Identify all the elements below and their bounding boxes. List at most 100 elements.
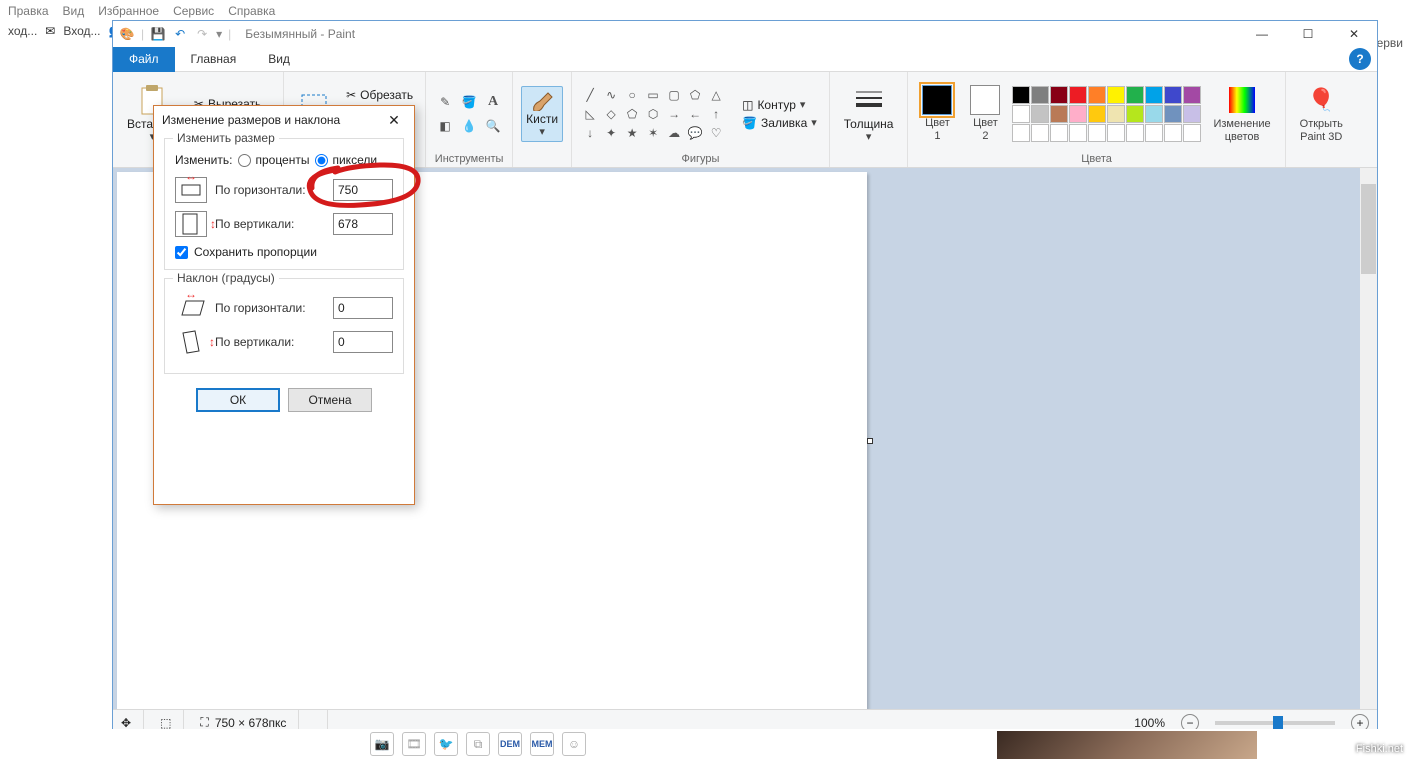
color-swatch[interactable]	[1031, 86, 1049, 104]
vert-input[interactable]	[333, 213, 393, 235]
picker-tool[interactable]: 💧	[458, 115, 480, 137]
close-button[interactable]: ✕	[1331, 21, 1377, 47]
color-swatch[interactable]	[1164, 105, 1182, 123]
mem-badge[interactable]: MEM	[530, 732, 554, 756]
shape-rtri[interactable]: ◺	[580, 105, 600, 123]
paint3d-button[interactable]: 🎈 Открыть Paint 3D	[1294, 82, 1349, 144]
shape-poly[interactable]: ⬠	[685, 86, 705, 104]
color-swatch[interactable]	[1107, 124, 1125, 142]
zoom-tool[interactable]: 🔍	[482, 115, 504, 137]
twitter-icon[interactable]: 🐦	[434, 732, 458, 756]
shape-arrowD[interactable]: ↓	[580, 124, 600, 142]
color-swatch[interactable]	[1050, 86, 1068, 104]
shape-roundrect[interactable]: ▢	[664, 86, 684, 104]
color-swatch[interactable]	[1050, 124, 1068, 142]
color-swatch[interactable]	[1069, 124, 1087, 142]
color2[interactable]: Цвет 2	[964, 83, 1006, 143]
vertical-scrollbar[interactable]	[1360, 168, 1377, 709]
shape-rect[interactable]: ▭	[643, 86, 663, 104]
save-icon[interactable]: 💾	[150, 26, 166, 42]
shape-pent[interactable]: ⬠	[622, 105, 642, 123]
shape-arrowR[interactable]: →	[664, 105, 684, 123]
color-swatch[interactable]	[1088, 124, 1106, 142]
resize-skew-dialog: Изменение размеров и наклона ✕ Изменить …	[153, 105, 415, 505]
qat-dropdown-icon[interactable]: ▾	[216, 27, 222, 41]
horiz-input[interactable]	[333, 179, 393, 201]
color-swatch[interactable]	[1050, 105, 1068, 123]
copy-icon[interactable]: ⧉	[466, 732, 490, 756]
skew-h-input[interactable]	[333, 297, 393, 319]
pencil-tool[interactable]: ✎	[434, 91, 456, 113]
tab-home[interactable]: Главная	[175, 47, 253, 72]
shape-tri[interactable]: △	[706, 86, 726, 104]
color-swatch[interactable]	[1145, 105, 1163, 123]
color-swatch[interactable]	[1183, 86, 1201, 104]
shape-curve[interactable]: ∿	[601, 86, 621, 104]
color-swatch[interactable]	[1183, 124, 1201, 142]
cancel-button[interactable]: Отмена	[288, 388, 372, 412]
shape-outline[interactable]: ◫Контур ▾	[738, 97, 821, 113]
tab-file[interactable]: Файл	[113, 47, 175, 72]
maximize-button[interactable]: ☐	[1285, 21, 1331, 47]
redo-icon[interactable]: ↷	[194, 26, 210, 42]
color-swatch[interactable]	[1069, 86, 1087, 104]
undo-icon[interactable]: ↶	[172, 26, 188, 42]
color-swatch[interactable]	[1126, 105, 1144, 123]
dialog-close-button[interactable]: ✕	[382, 108, 406, 132]
shape-heart[interactable]: ♡	[706, 124, 726, 142]
shape-5star[interactable]: ★	[622, 124, 642, 142]
color-swatch[interactable]	[1107, 86, 1125, 104]
fill-tool[interactable]: 🪣	[458, 91, 480, 113]
shape-arrowL[interactable]: ←	[685, 105, 705, 123]
skew-v-input[interactable]	[333, 331, 393, 353]
color-swatch[interactable]	[1012, 124, 1030, 142]
shape-diamond[interactable]: ◇	[601, 105, 621, 123]
fill-icon: 🪣	[742, 116, 757, 130]
color-swatch[interactable]	[1069, 105, 1087, 123]
color-swatch[interactable]	[1107, 105, 1125, 123]
shape-callout2[interactable]: 💬	[685, 124, 705, 142]
brushes-button[interactable]: Кисти▾	[521, 86, 563, 142]
color-swatch[interactable]	[1164, 124, 1182, 142]
shape-callout1[interactable]: ☁	[664, 124, 684, 142]
eraser-tool[interactable]: ◧	[434, 115, 456, 137]
color-swatch[interactable]	[1012, 86, 1030, 104]
video-icon[interactable]: 🎞	[402, 732, 426, 756]
color-swatch[interactable]	[1031, 105, 1049, 123]
color-swatch[interactable]	[1012, 105, 1030, 123]
tab-view[interactable]: Вид	[252, 47, 306, 72]
radio-pixels[interactable]: пиксели	[315, 153, 377, 167]
color-swatch[interactable]	[1126, 124, 1144, 142]
minimize-button[interactable]: —	[1239, 21, 1285, 47]
keep-ratio-checkbox[interactable]	[175, 246, 188, 259]
color-swatch[interactable]	[1126, 86, 1144, 104]
shape-arrowU[interactable]: ↑	[706, 105, 726, 123]
color-swatch[interactable]	[1145, 124, 1163, 142]
ok-button[interactable]: ОК	[196, 388, 280, 412]
shape-oval[interactable]: ○	[622, 86, 642, 104]
shape-4star[interactable]: ✦	[601, 124, 621, 142]
shape-hex[interactable]: ⬡	[643, 105, 663, 123]
color-swatch[interactable]	[1145, 86, 1163, 104]
shape-6star[interactable]: ✶	[643, 124, 663, 142]
color-swatch[interactable]	[1164, 86, 1182, 104]
color-swatch[interactable]	[1183, 105, 1201, 123]
dem-badge[interactable]: DEM	[498, 732, 522, 756]
color-swatch[interactable]	[1088, 105, 1106, 123]
help-icon[interactable]: ?	[1349, 48, 1371, 70]
group-colors: Цвет 1 Цвет 2 Изменение цветов Цвета	[908, 72, 1285, 167]
zoom-slider[interactable]	[1215, 721, 1335, 725]
edit-colors-button[interactable]: Изменение цветов	[1207, 82, 1276, 144]
color-swatch[interactable]	[1088, 86, 1106, 104]
text-tool[interactable]: A	[482, 91, 504, 113]
shape-line[interactable]: ╱	[580, 86, 600, 104]
crop-button[interactable]: ✂Обрезать	[342, 87, 417, 103]
shape-fill[interactable]: 🪣Заливка ▾	[738, 115, 821, 131]
camera-icon[interactable]: 📷	[370, 732, 394, 756]
color-swatch[interactable]	[1031, 124, 1049, 142]
radio-percent[interactable]: проценты	[238, 153, 309, 167]
thickness-button[interactable]: Толщина▾	[838, 82, 900, 145]
emoji-icon[interactable]: ☺	[562, 732, 586, 756]
resize-handle-e[interactable]	[867, 438, 873, 444]
color1[interactable]: Цвет 1	[916, 83, 958, 143]
